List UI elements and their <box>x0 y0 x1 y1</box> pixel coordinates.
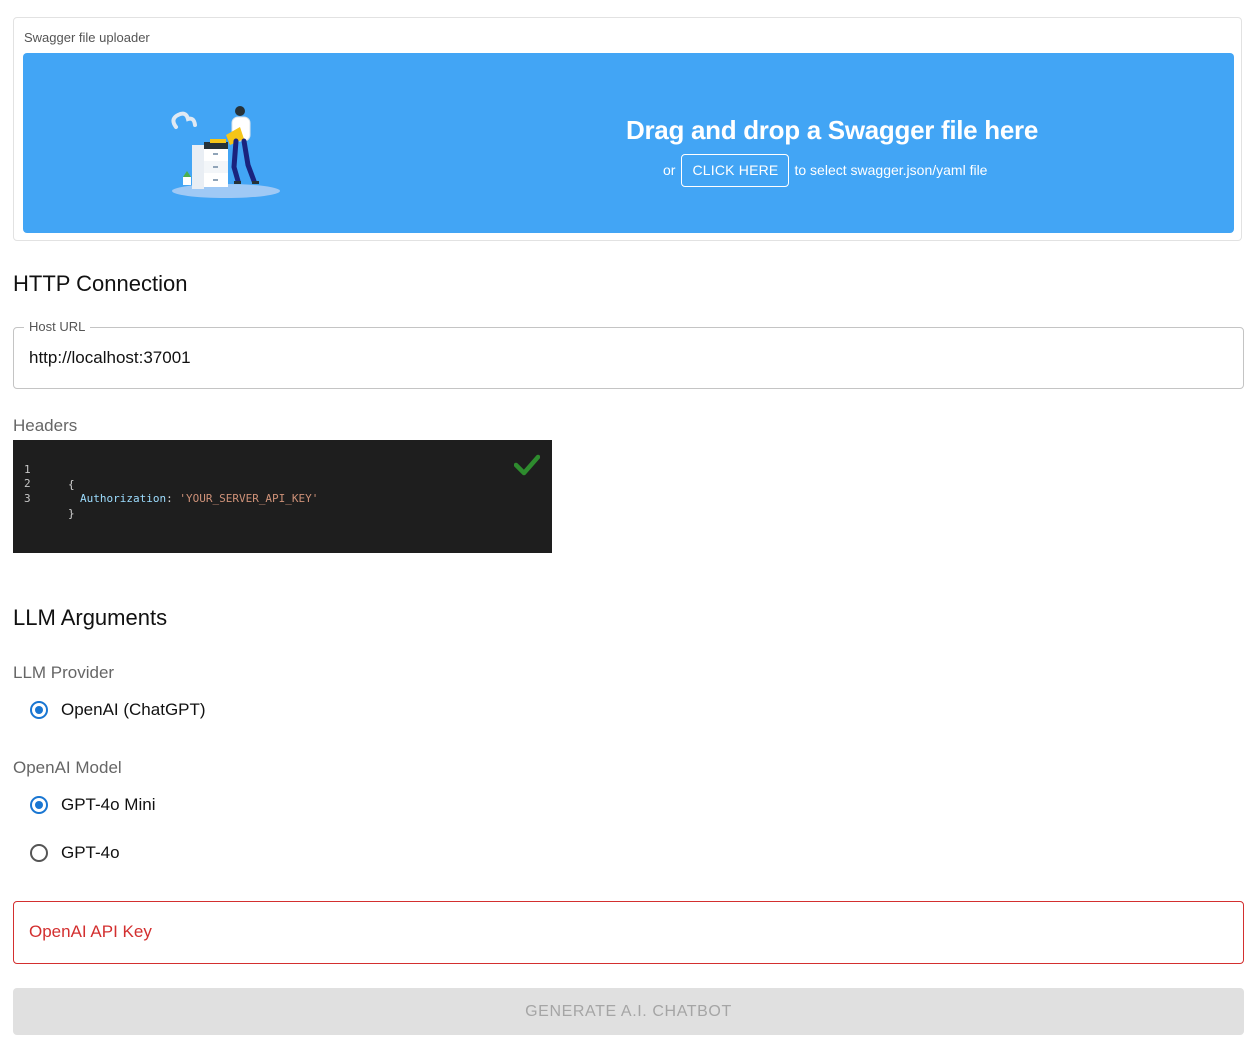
click-here-button[interactable]: CLICK HERE <box>681 153 790 187</box>
radio-button[interactable] <box>30 796 48 814</box>
generate-chatbot-button[interactable]: GENERATE A.I. CHATBOT <box>13 988 1244 1035</box>
upload-illustration-icon <box>171 106 280 198</box>
llm-provider-label: LLM Provider <box>13 663 115 682</box>
radio-gpt-4o-mini[interactable]: GPT-4o Mini <box>30 793 155 817</box>
json-value: 'YOUR_SERVER_API_KEY' <box>179 492 319 505</box>
editor-line: 2 Authorization: 'YOUR_SERVER_API_KEY' <box>13 461 552 505</box>
radio-button[interactable] <box>30 844 48 862</box>
radio-label: GPT-4o <box>61 843 120 862</box>
host-url-input[interactable]: http://localhost:37001 <box>29 348 191 368</box>
http-connection-title: HTTP Connection <box>13 271 188 296</box>
host-url-label: Host URL <box>24 319 91 334</box>
radio-gpt-4o[interactable]: GPT-4o <box>30 841 120 865</box>
code-text: Authorization: 'YOUR_SERVER_API_KEY' <box>80 491 318 506</box>
headers-editor[interactable]: 1 { 2 Authorization: 'YOUR_SERVER_API_KE… <box>13 440 552 553</box>
radio-label: GPT-4o Mini <box>61 795 156 814</box>
openai-model-label: OpenAI Model <box>13 758 122 777</box>
json-key: Authorization <box>80 492 167 505</box>
select-file-text: to select swagger.json/yaml file <box>794 162 988 178</box>
code-text: } <box>68 507 75 520</box>
or-text: or <box>663 162 676 178</box>
dropzone-title: Drag and drop a Swagger file here <box>626 115 1038 145</box>
json-separator: : <box>166 492 180 505</box>
check-icon <box>514 454 540 476</box>
host-url-field[interactable]: Host URL http://localhost:37001 <box>13 319 1244 389</box>
headers-label: Headers <box>13 416 78 435</box>
editor-line: 1 { <box>13 447 552 491</box>
line-number: 3 <box>24 492 31 505</box>
swagger-dropzone[interactable]: Drag and drop a Swagger file here or CLI… <box>23 53 1234 233</box>
api-key-placeholder: OpenAI API Key <box>29 922 152 941</box>
radio-label: OpenAI (ChatGPT) <box>61 700 206 719</box>
uploader-caption: Swagger file uploader <box>24 30 150 45</box>
editor-line: 3 } <box>13 476 552 520</box>
openai-api-key-field[interactable]: OpenAI API Key <box>13 901 1244 964</box>
radio-openai-chatgpt[interactable]: OpenAI (ChatGPT) <box>30 698 206 722</box>
llm-arguments-title: LLM Arguments <box>13 605 168 630</box>
swagger-uploader: Swagger file uploader Drag and drop a Sw… <box>13 17 1242 241</box>
dropzone-instructions: or CLICK HERE to select swagger.json/yam… <box>663 153 987 187</box>
radio-button[interactable] <box>30 701 48 719</box>
